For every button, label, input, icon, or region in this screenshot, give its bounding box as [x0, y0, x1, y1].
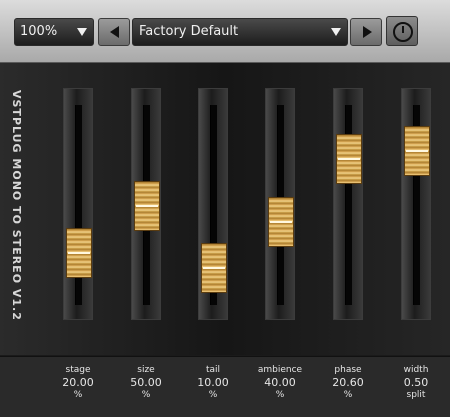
chevron-down-icon — [331, 28, 341, 36]
param-unit: % — [275, 390, 285, 400]
fader-handle[interactable] — [66, 227, 92, 278]
param-value: 20.60 — [332, 376, 364, 389]
previous-preset-button[interactable] — [98, 18, 130, 46]
zoom-value: 100% — [20, 24, 58, 39]
param-label: phase — [334, 365, 362, 375]
readout-stage: stage 20.00% — [43, 356, 113, 400]
fader-size[interactable] — [131, 88, 161, 320]
fader-handle-marker — [406, 150, 428, 153]
info-button[interactable] — [386, 16, 418, 46]
fader-handle[interactable] — [268, 196, 294, 247]
toolbar: 100% Factory Default — [0, 0, 450, 63]
fader-handle-marker — [338, 158, 360, 161]
fader-handle-marker — [68, 251, 90, 254]
param-label: ambience — [257, 365, 303, 375]
param-label: tail — [205, 365, 221, 375]
param-label: size — [137, 365, 155, 375]
next-preset-button[interactable] — [350, 18, 382, 46]
param-unit: % — [343, 390, 353, 400]
fader-handle[interactable] — [134, 181, 160, 231]
param-unit: % — [73, 390, 83, 400]
param-value: 40.00 — [264, 376, 296, 389]
fader-ambience[interactable] — [265, 88, 295, 320]
readout-tail: tail 10.00% — [178, 356, 248, 400]
preset-dropdown[interactable]: Factory Default — [132, 18, 348, 46]
chevron-down-icon — [77, 28, 87, 36]
fader-handle[interactable] — [201, 243, 227, 294]
param-value: 50.00 — [130, 376, 162, 389]
plugin-title: VSTPLUG MONO TO STEREO V1.2 — [10, 90, 23, 321]
param-value: 20.00 — [62, 376, 94, 389]
info-icon — [393, 22, 413, 42]
fader-handle-marker — [136, 205, 158, 207]
fader-phase[interactable] — [333, 88, 363, 320]
param-label: width — [403, 365, 429, 375]
preset-name: Factory Default — [139, 24, 239, 39]
readout-phase: phase 20.60% — [313, 356, 383, 400]
readout-ambience: ambience 40.00% — [245, 356, 315, 400]
param-unit: % — [141, 390, 151, 400]
fader-handle-marker — [203, 267, 225, 270]
zoom-dropdown[interactable]: 100% — [14, 18, 94, 46]
fader-handle-marker — [270, 220, 292, 223]
param-unit: % — [208, 390, 218, 400]
readout-width: width 0.50 split — [381, 356, 450, 400]
param-label: stage — [65, 365, 91, 375]
fader-handle[interactable] — [336, 134, 362, 185]
fader-width[interactable] — [401, 88, 431, 320]
param-value: 10.00 — [197, 376, 229, 389]
param-value: 0.50 — [403, 376, 429, 389]
fader-tail[interactable] — [198, 88, 228, 320]
fader-stage[interactable] — [63, 88, 93, 320]
fader-handle[interactable] — [404, 126, 430, 177]
arrow-left-icon — [110, 26, 119, 38]
arrow-right-icon — [363, 26, 372, 38]
readout-size: size 50.00% — [111, 356, 181, 400]
param-unit: split — [406, 390, 426, 400]
